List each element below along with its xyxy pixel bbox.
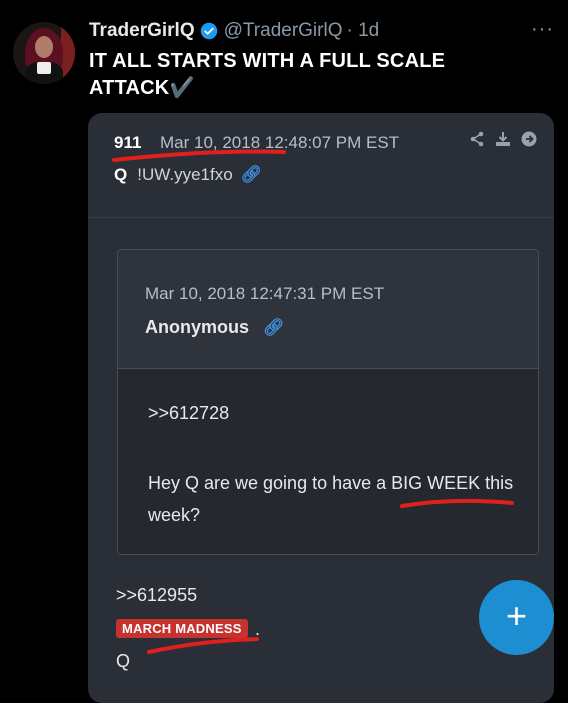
quoted-post-message: Hey Q are we going to have a BIG WEEK th… xyxy=(148,473,514,525)
link-icon[interactable]: 🔗︎ xyxy=(241,165,263,185)
post-tools xyxy=(468,131,538,152)
post-signature: Q xyxy=(116,651,131,671)
quoted-post-ref[interactable]: >>612728 xyxy=(148,403,229,424)
compose-button[interactable]: + xyxy=(479,580,554,655)
q-label: Q xyxy=(114,165,128,184)
author-handle[interactable]: @TraderGirlQ xyxy=(224,20,343,42)
share-icon[interactable] xyxy=(468,131,486,152)
quoted-post-date: Mar 10, 2018 12:47:31 PM EST xyxy=(145,284,385,303)
tripcode-line: Q !UW.yye1fxo 🔗︎ xyxy=(114,165,262,185)
highlight-badge: MARCH MADNESS xyxy=(116,619,248,638)
tweet-header: TraderGirlQ @TraderGirlQ · 1d xyxy=(89,20,379,42)
tweet-time: · 1d xyxy=(346,20,380,41)
author-name[interactable]: TraderGirlQ xyxy=(89,20,195,42)
tripcode: !UW.yye1fxo xyxy=(137,165,233,184)
link-icon[interactable]: 🔗︎ xyxy=(263,318,285,338)
arrow-right-icon[interactable] xyxy=(520,131,538,152)
post-number: 911 xyxy=(114,133,142,152)
verified-badge-icon xyxy=(200,22,217,40)
highlight-period: . xyxy=(255,619,261,639)
quoted-post[interactable]: Mar 10, 2018 12:47:31 PM EST Anonymous 🔗︎… xyxy=(117,249,539,555)
tweet-text: IT ALL STARTS WITH A FULL SCALE ATTACK✔️ xyxy=(89,50,446,99)
post-date: Mar 10, 2018 12:48:07 PM EST xyxy=(160,133,400,152)
quoted-author-name: Anonymous xyxy=(145,317,250,337)
quoted-post-body: >>612728 Hey Q are we going to have a BI… xyxy=(118,369,538,554)
avatar[interactable] xyxy=(13,22,75,84)
download-icon[interactable] xyxy=(494,131,512,152)
reply-ref[interactable]: >>612955 xyxy=(116,585,197,606)
quoted-post-author: Anonymous 🔗︎ xyxy=(145,317,285,338)
quoted-post-header: Mar 10, 2018 12:47:31 PM EST Anonymous 🔗︎ xyxy=(118,250,538,369)
more-options-icon[interactable]: ··· xyxy=(531,18,554,41)
